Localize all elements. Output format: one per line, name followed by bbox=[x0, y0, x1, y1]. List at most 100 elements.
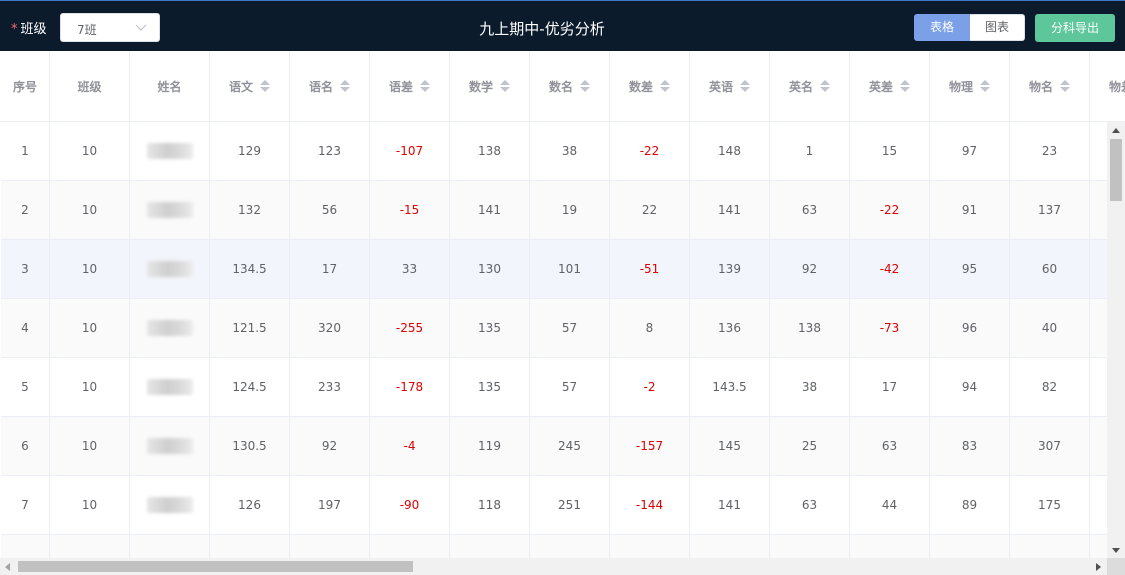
table-row[interactable]: 3 10 134.5 17 33 130 101 -51 139 92 -42 95 60 bbox=[1, 240, 1125, 299]
sort-caret-icon[interactable] bbox=[420, 80, 430, 92]
sort-caret-icon[interactable] bbox=[260, 80, 270, 92]
table-row[interactable]: 7 10 126 197 -90 118 251 -144 141 63 44 89 175 bbox=[1, 476, 1125, 535]
cell-idx: 3 bbox=[1, 240, 50, 298]
vertical-scroll-thumb[interactable] bbox=[1110, 139, 1122, 201]
column-header-label: 语文 bbox=[228, 79, 253, 94]
cell-english_diff: 17 bbox=[850, 358, 930, 416]
sort-caret-icon[interactable] bbox=[980, 80, 990, 92]
required-asterisk: * bbox=[11, 22, 18, 37]
cell-english_diff: 44 bbox=[850, 476, 930, 534]
vertical-scrollbar[interactable] bbox=[1107, 122, 1125, 559]
cell-cls: 10 bbox=[50, 181, 130, 239]
cell-english: 143.5 bbox=[690, 358, 770, 416]
redacted-name-blur bbox=[146, 143, 193, 159]
scroll-left-icon[interactable] bbox=[5, 563, 10, 571]
sort-caret-icon[interactable] bbox=[500, 80, 510, 92]
column-header-cls: 班级 bbox=[50, 51, 130, 121]
chart-view-button[interactable]: 图表 bbox=[970, 14, 1025, 41]
cell-name bbox=[130, 417, 210, 475]
scrollbar-corner bbox=[1107, 558, 1125, 575]
cell-chinese_rank: 17 bbox=[290, 240, 370, 298]
cell-english_rank: 1 bbox=[770, 122, 850, 180]
horizontal-scrollbar[interactable] bbox=[0, 558, 1107, 575]
sort-caret-icon[interactable] bbox=[740, 80, 750, 92]
table-body: 1 10 129 123 -107 138 38 -22 148 1 15 97 23 2 10 132 56-… bbox=[1, 122, 1125, 575]
column-header-chinese[interactable]: 语文 bbox=[210, 51, 290, 121]
table-row[interactable]: 2 10 132 56 -15 141 19 22 141 63 -22 91 137 bbox=[1, 181, 1125, 240]
cell-english_diff: -22 bbox=[850, 181, 930, 239]
redacted-name-blur bbox=[146, 261, 193, 277]
column-header-physics[interactable]: 物理 bbox=[930, 51, 1010, 121]
column-header-chinese_diff[interactable]: 语差 bbox=[370, 51, 450, 121]
cell-chinese: 124.5 bbox=[210, 358, 290, 416]
cell-math: 135 bbox=[450, 299, 530, 357]
cell-physics_rank: 175 bbox=[1010, 476, 1090, 534]
sort-caret-icon[interactable] bbox=[340, 80, 350, 92]
column-header-name: 姓名 bbox=[130, 51, 210, 121]
column-header-math_rank[interactable]: 数名 bbox=[530, 51, 610, 121]
cell-chinese_diff: -178 bbox=[370, 358, 450, 416]
sort-caret-icon[interactable] bbox=[580, 80, 590, 92]
cell-name bbox=[130, 299, 210, 357]
class-select[interactable]: 7班 bbox=[60, 13, 160, 42]
cell-idx: 2 bbox=[1, 181, 50, 239]
redacted-name-blur bbox=[146, 497, 193, 513]
cell-physics_rank: 23 bbox=[1010, 122, 1090, 180]
chevron-down-icon bbox=[135, 24, 147, 31]
sort-caret-icon[interactable] bbox=[1060, 80, 1070, 92]
column-header-english_rank[interactable]: 英名 bbox=[770, 51, 850, 121]
column-header-math[interactable]: 数学 bbox=[450, 51, 530, 121]
cell-english: 141 bbox=[690, 476, 770, 534]
cell-english_diff: -73 bbox=[850, 299, 930, 357]
cell-math_diff: 22 bbox=[610, 181, 690, 239]
column-header-physics_rank[interactable]: 物名 bbox=[1010, 51, 1090, 121]
cell-chinese_rank: 197 bbox=[290, 476, 370, 534]
cell-english: 139 bbox=[690, 240, 770, 298]
cell-math_rank: 101 bbox=[530, 240, 610, 298]
column-header-label: 物理 bbox=[948, 79, 973, 94]
cell-cls: 10 bbox=[50, 417, 130, 475]
scroll-up-icon[interactable] bbox=[1112, 128, 1120, 133]
table-row[interactable]: 1 10 129 123 -107 138 38 -22 148 1 15 97 23 bbox=[1, 122, 1125, 181]
table-row[interactable]: 4 10 121.5 320 -255 135 57 8 136 138 -73 96 40 bbox=[1, 299, 1125, 358]
column-header-english_diff[interactable]: 英差 bbox=[850, 51, 930, 121]
column-header-label: 物名 bbox=[1028, 79, 1053, 94]
table-view-button[interactable]: 表格 bbox=[914, 14, 970, 41]
cell-idx: 4 bbox=[1, 299, 50, 357]
scroll-down-icon[interactable] bbox=[1112, 548, 1120, 553]
cell-physics: 89 bbox=[930, 476, 1010, 534]
cell-cls: 10 bbox=[50, 122, 130, 180]
class-label-text: 班级 bbox=[20, 22, 47, 37]
horizontal-scroll-thumb[interactable] bbox=[18, 561, 413, 572]
column-header-physics_diff[interactable]: 物差 bbox=[1090, 51, 1125, 121]
cell-chinese_rank: 233 bbox=[290, 358, 370, 416]
scroll-right-icon[interactable] bbox=[1096, 563, 1101, 571]
cell-chinese_diff: -15 bbox=[370, 181, 450, 239]
redacted-name-blur bbox=[146, 202, 193, 218]
sort-caret-icon[interactable] bbox=[660, 80, 670, 92]
column-header-math_diff[interactable]: 数差 bbox=[610, 51, 690, 121]
column-header-chinese_rank[interactable]: 语名 bbox=[290, 51, 370, 121]
cell-physics: 96 bbox=[930, 299, 1010, 357]
redacted-name-blur bbox=[146, 320, 193, 336]
column-header-english[interactable]: 英语 bbox=[690, 51, 770, 121]
cell-physics_rank: 40 bbox=[1010, 299, 1090, 357]
cell-english_rank: 138 bbox=[770, 299, 850, 357]
column-header-label: 班级 bbox=[77, 79, 102, 94]
table-row[interactable]: 6 10 130.5 92 -4 119 245 -157 145 25 63 83 307 bbox=[1, 417, 1125, 476]
sort-caret-icon[interactable] bbox=[900, 80, 910, 92]
column-header-label: 数差 bbox=[628, 79, 653, 94]
cell-chinese_rank: 56 bbox=[290, 181, 370, 239]
column-header-label: 语名 bbox=[308, 79, 333, 94]
cell-chinese_diff: -107 bbox=[370, 122, 450, 180]
cell-math_rank: 245 bbox=[530, 417, 610, 475]
cell-english: 136 bbox=[690, 299, 770, 357]
sort-caret-icon[interactable] bbox=[820, 80, 830, 92]
cell-math_diff: -157 bbox=[610, 417, 690, 475]
subject-export-button[interactable]: 分科导出 bbox=[1035, 14, 1115, 42]
column-header-label: 序号 bbox=[12, 79, 37, 94]
class-filter-label: * 班级 bbox=[11, 18, 47, 37]
top-toolbar: * 班级 7班 九上期中-优劣分析 表格 图表 分科导出 bbox=[0, 0, 1125, 51]
cell-english: 148 bbox=[690, 122, 770, 180]
table-row[interactable]: 5 10 124.5 233 -178 135 57 -2 143.5 38 17 94 82 bbox=[1, 358, 1125, 417]
